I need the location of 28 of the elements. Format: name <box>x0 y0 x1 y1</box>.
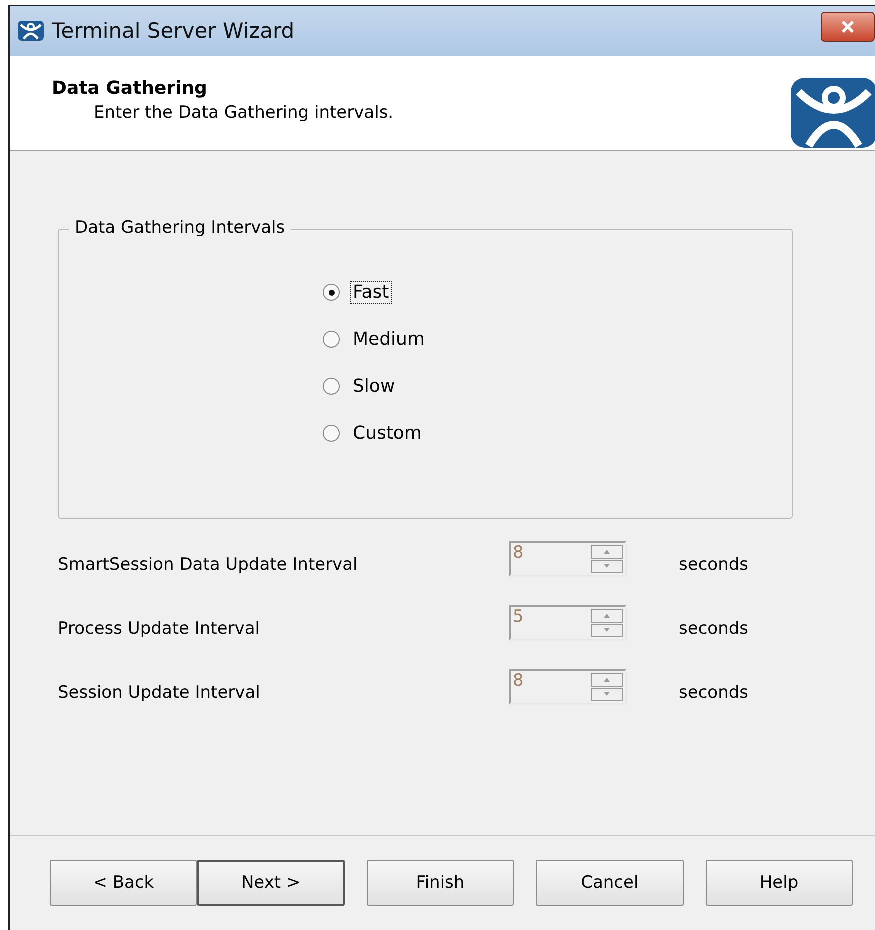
page-subtitle: Enter the Data Gathering intervals. <box>93 103 394 123</box>
interval-label: Process Update Interval <box>58 618 261 639</box>
unit-label: seconds <box>679 682 748 703</box>
down-arrow-icon <box>604 564 610 568</box>
down-arrow-icon <box>604 628 610 632</box>
interval-label: Session Update Interval <box>58 682 262 703</box>
radio-option[interactable]: Slow <box>323 370 398 403</box>
wizard-button[interactable]: Cancel <box>536 860 684 906</box>
interval-label: SmartSession Data Update Interval <box>58 554 359 575</box>
wizard-button[interactable]: < Back <box>50 860 198 906</box>
app-icon <box>18 21 44 41</box>
wizard-button[interactable]: Finish <box>366 860 514 906</box>
unit-label: seconds <box>679 554 748 575</box>
unit-label: seconds <box>679 618 748 639</box>
page-title: Data Gathering <box>52 78 208 99</box>
radio-option[interactable]: Fast <box>323 276 392 309</box>
group-title: Data Gathering Intervals <box>69 218 292 238</box>
close-icon <box>841 21 855 33</box>
up-arrow-icon <box>604 678 610 682</box>
wizard-button[interactable]: Help <box>706 860 853 906</box>
wizard-button[interactable]: Next > <box>197 860 345 906</box>
window-title: Terminal Server Wizard <box>52 19 296 43</box>
radio-option[interactable]: Medium <box>323 323 428 356</box>
radio-option[interactable]: Custom <box>323 417 425 450</box>
close-button[interactable] <box>821 12 875 42</box>
up-arrow-icon <box>604 614 610 618</box>
down-arrow-icon <box>604 692 610 696</box>
up-arrow-icon <box>604 550 610 554</box>
